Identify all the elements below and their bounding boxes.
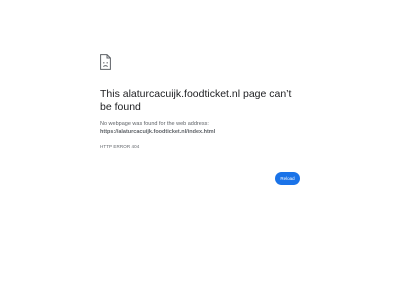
reload-button[interactable]: Reload	[275, 172, 300, 185]
error-url: https://alaturcacuijk.foodticket.nl/inde…	[100, 129, 216, 135]
error-code: HTTP ERROR 404	[100, 144, 140, 149]
error-description: No webpage was found for the web address…	[100, 121, 209, 127]
page-title: This alaturcacuijk.foodticket.nl page ca…	[100, 88, 292, 113]
sad-document-icon	[100, 54, 111, 70]
error-page: This alaturcacuijk.foodticket.nl page ca…	[0, 0, 400, 300]
